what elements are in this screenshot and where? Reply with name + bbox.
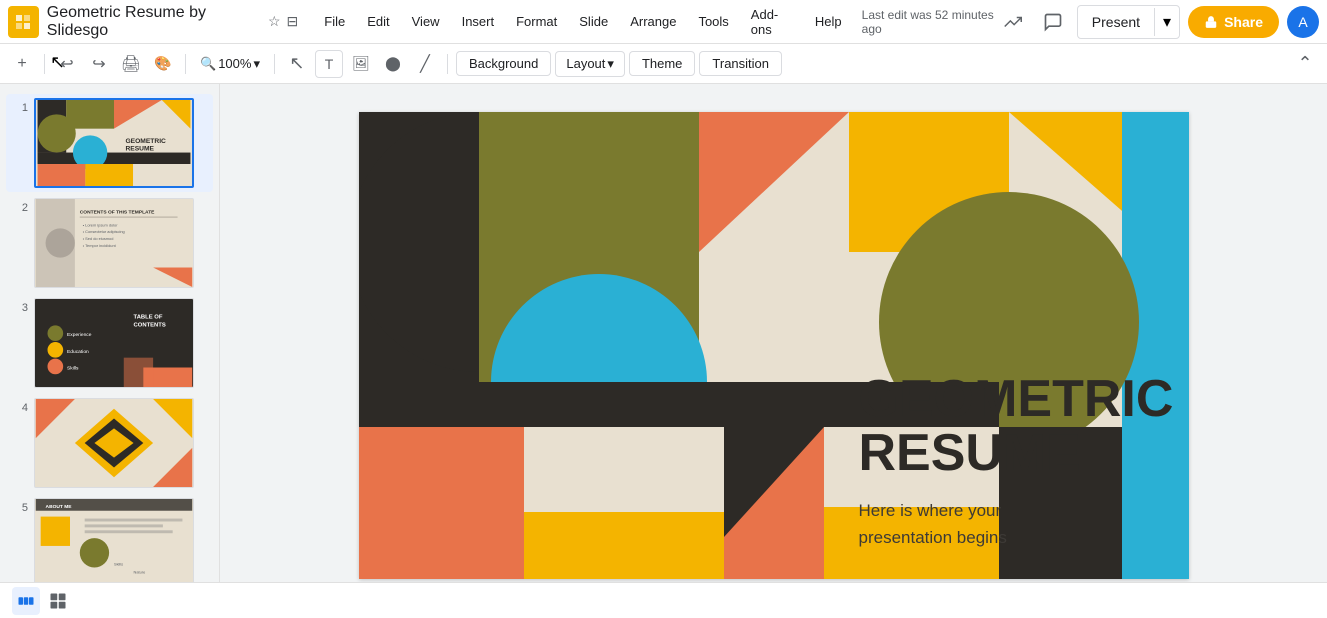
menu-file[interactable]: File: [314, 10, 355, 33]
collapse-toolbar-icon[interactable]: ⌃: [1291, 50, 1319, 78]
svg-text:GEOMETRIC: GEOMETRIC: [125, 138, 166, 145]
slide-panel: 1: [0, 84, 220, 618]
present-button[interactable]: Present ▾: [1077, 5, 1180, 39]
separator-3: [274, 54, 275, 74]
svg-text:• Tempor incididunt: • Tempor incididunt: [83, 243, 117, 248]
zoom-dropdown-icon[interactable]: ▾: [253, 56, 260, 72]
image-icon[interactable]: 🖼: [347, 50, 375, 78]
svg-text:CONTENTS: CONTENTS: [134, 322, 166, 328]
avatar[interactable]: A: [1287, 6, 1319, 38]
svg-text:RESUME: RESUME: [125, 146, 154, 153]
top-bar: Geometric Resume by Slidesgo ☆ ⊟ File Ed…: [0, 0, 1327, 44]
slide-item-3[interactable]: 3 TABLE OF CONTENTS Experience Education…: [6, 294, 213, 392]
present-label[interactable]: Present: [1078, 8, 1155, 36]
menu-view[interactable]: View: [402, 10, 450, 33]
svg-text:• Consectetur adipiscing: • Consectetur adipiscing: [83, 229, 125, 234]
filmstrip-view-btn[interactable]: [12, 587, 40, 615]
slide-thumb-4[interactable]: [34, 398, 194, 488]
separator-1: [44, 54, 45, 74]
doc-title: Geometric Resume by Slidesgo ☆ ⊟: [47, 4, 298, 40]
theme-button[interactable]: Theme: [629, 51, 695, 76]
slide-thumb-1[interactable]: GEOMETRIC RESUME: [34, 98, 194, 188]
cursor-icon[interactable]: ↖: [283, 50, 311, 78]
svg-text:Nature: Nature: [134, 569, 146, 574]
shapes-icon[interactable]: ⬤: [379, 50, 407, 78]
slide-thumb-2[interactable]: CONTENTS OF THIS TEMPLATE • Lorem ipsum …: [34, 198, 194, 288]
layout-label: Layout: [566, 56, 605, 71]
slide-item-5[interactable]: 5 ABOUT ME Skills: [6, 494, 213, 592]
slide-num-1: 1: [14, 102, 28, 114]
menu-tools[interactable]: Tools: [688, 10, 738, 33]
background-button[interactable]: Background: [456, 51, 551, 76]
star-icon[interactable]: ☆: [268, 13, 281, 30]
slide-item-2[interactable]: 2 CONTENTS OF THIS TEMPLATE • Lorem ipsu…: [6, 194, 213, 292]
app-icon[interactable]: [8, 6, 39, 38]
trending-icon[interactable]: [997, 6, 1029, 38]
slide-num-2: 2: [14, 202, 28, 214]
separator-2: [185, 54, 186, 74]
grid-view-btn[interactable]: [44, 587, 72, 615]
slide-item-4[interactable]: 4: [6, 394, 213, 492]
redo-icon[interactable]: ↪: [85, 50, 113, 78]
slide-item-1[interactable]: 1: [6, 94, 213, 192]
menu-insert[interactable]: Insert: [452, 10, 505, 33]
menu-edit[interactable]: Edit: [357, 10, 399, 33]
svg-text:ABOUT ME: ABOUT ME: [46, 504, 73, 510]
toolbar: + ↩ ↪ 🖨 🎨 🔍 100% ▾ ↖ T 🖼 ⬤ ╱ Background …: [0, 44, 1327, 84]
svg-text:• Lorem ipsum dolor: • Lorem ipsum dolor: [83, 222, 119, 227]
svg-text:Education: Education: [67, 349, 89, 355]
svg-text:TABLE OF: TABLE OF: [134, 315, 163, 321]
slide-num-5: 5: [14, 502, 28, 514]
zoom-control[interactable]: 🔍 100% ▾: [194, 50, 266, 78]
layout-dropdown-icon[interactable]: ▾: [607, 56, 614, 72]
menu-arrange[interactable]: Arrange: [620, 10, 686, 33]
title-area: Geometric Resume by Slidesgo ☆ ⊟: [47, 4, 298, 40]
slide-canvas[interactable]: GEOMETRICRESUME Here is where yourpresen…: [359, 112, 1189, 579]
svg-text:• Sed do eiusmod: • Sed do eiusmod: [83, 236, 114, 241]
slide-num-3: 3: [14, 302, 28, 314]
separator-4: [447, 54, 448, 74]
line-icon[interactable]: ╱: [411, 50, 439, 78]
menu-addons[interactable]: Add-ons: [741, 3, 803, 41]
menu-bar: File Edit View Insert Format Slide Arran…: [314, 3, 997, 41]
doc-title-text[interactable]: Geometric Resume by Slidesgo: [47, 4, 262, 40]
view-toggle: [12, 587, 72, 615]
svg-text:CONTENTS OF THIS TEMPLATE: CONTENTS OF THIS TEMPLATE: [80, 210, 155, 216]
share-label: Share: [1224, 14, 1263, 30]
top-right-actions: Present ▾ Share A: [997, 5, 1319, 39]
canvas-area: GEOMETRICRESUME Here is where yourpresen…: [220, 84, 1327, 618]
print-icon[interactable]: 🖨: [117, 50, 145, 78]
menu-format[interactable]: Format: [506, 10, 567, 33]
svg-text:Skills: Skills: [67, 365, 79, 371]
zoom-out-icon[interactable]: 🔍: [200, 56, 216, 72]
menu-slide[interactable]: Slide: [569, 10, 618, 33]
bottom-bar: [0, 582, 1327, 618]
share-button[interactable]: Share: [1188, 6, 1279, 38]
zoom-value[interactable]: 100%: [218, 56, 251, 71]
svg-text:Skills: Skills: [114, 561, 123, 566]
present-dropdown-icon[interactable]: ▾: [1155, 6, 1179, 38]
menu-help[interactable]: Help: [805, 10, 852, 33]
paint-format-icon[interactable]: 🎨: [149, 50, 177, 78]
text-box-icon[interactable]: T: [315, 50, 343, 78]
slide-num-4: 4: [14, 402, 28, 414]
slide-thumb-3[interactable]: TABLE OF CONTENTS Experience Education S…: [34, 298, 194, 388]
comment-icon[interactable]: [1037, 6, 1069, 38]
last-edit[interactable]: Last edit was 52 minutes ago: [862, 8, 997, 36]
main-area: 1: [0, 84, 1327, 618]
add-slide-icon[interactable]: +: [8, 50, 36, 78]
layout-button[interactable]: Layout ▾: [555, 51, 625, 77]
undo-icon[interactable]: ↩: [53, 50, 81, 78]
slide-thumb-5[interactable]: ABOUT ME Skills Nature: [34, 498, 194, 588]
cloud-icon: ⊟: [287, 13, 299, 30]
transition-button[interactable]: Transition: [699, 51, 782, 76]
svg-text:Experience: Experience: [67, 332, 92, 338]
